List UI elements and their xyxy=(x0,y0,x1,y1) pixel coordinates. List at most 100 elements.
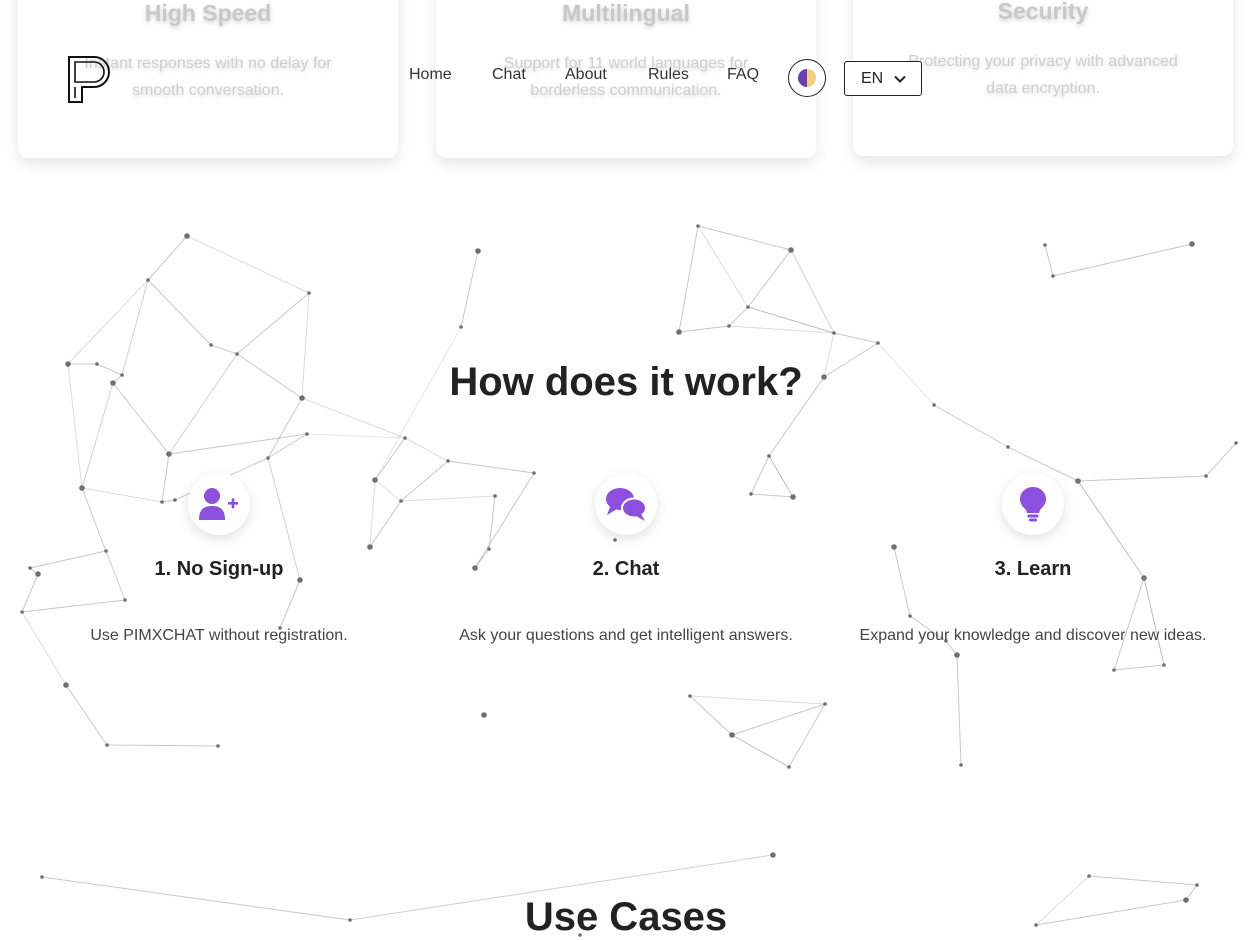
network-node xyxy=(446,459,450,463)
network-edge xyxy=(1044,244,1054,277)
step-title: 1. No Sign-up xyxy=(154,558,284,580)
network-edge xyxy=(65,684,108,746)
network-node xyxy=(481,712,487,718)
network-node xyxy=(832,331,836,335)
network-edge xyxy=(267,433,308,459)
network-edge xyxy=(1088,875,1198,886)
network-edge xyxy=(267,397,303,459)
network-edge xyxy=(168,433,308,455)
network-edge xyxy=(697,225,749,308)
step-title: 3. Learn xyxy=(994,558,1072,580)
network-node xyxy=(787,765,791,769)
nav-home-link[interactable]: Home xyxy=(409,66,452,84)
network-edge xyxy=(147,279,212,346)
network-node xyxy=(676,329,682,335)
language-select[interactable]: EN xyxy=(844,61,922,96)
network-node xyxy=(727,324,731,328)
network-node xyxy=(1189,241,1195,247)
use-cases-title: Use Cases xyxy=(524,895,728,939)
network-node xyxy=(209,343,213,347)
network-node xyxy=(403,436,407,440)
network-edge xyxy=(447,460,535,474)
user-plus-icon xyxy=(199,488,238,520)
network-node xyxy=(40,875,44,879)
network-node xyxy=(1006,445,1010,449)
network-edge xyxy=(106,744,219,747)
network-node xyxy=(746,305,750,309)
network-edge xyxy=(1205,442,1237,477)
network-edge xyxy=(728,306,749,327)
network-node xyxy=(1112,668,1116,672)
network-node xyxy=(1087,874,1091,878)
network-node xyxy=(105,743,109,747)
nav-rules-link[interactable]: Rules xyxy=(648,66,689,84)
step-icon-container xyxy=(1002,473,1064,535)
network-node xyxy=(1051,274,1055,278)
network-edge xyxy=(747,249,792,308)
step-no-signup: 1. No Sign-up Use PIMXCHAT without regis… xyxy=(29,473,409,645)
nav-about-link[interactable]: About xyxy=(565,66,607,84)
chevron-down-icon xyxy=(894,75,906,83)
step-learn: 3. Learn Expand your knowledge and disco… xyxy=(843,473,1223,645)
network-node xyxy=(475,248,481,254)
network-node xyxy=(1195,883,1199,887)
step-icon-container xyxy=(188,473,250,535)
network-edge xyxy=(186,235,310,294)
network-node xyxy=(1234,441,1238,445)
nav-faq-link[interactable]: FAQ xyxy=(727,66,759,84)
network-edge xyxy=(790,249,835,334)
network-node xyxy=(696,224,700,228)
network-node xyxy=(823,702,827,706)
network-edge xyxy=(1113,664,1165,671)
network-node xyxy=(20,610,24,614)
step-description: Ask your questions and get intelligent a… xyxy=(459,627,793,644)
network-edge xyxy=(460,250,479,328)
network-node xyxy=(459,325,463,329)
step-description: Expand your knowledge and discover new i… xyxy=(859,627,1207,644)
network-node xyxy=(1043,243,1047,247)
network-edge xyxy=(833,332,879,344)
network-edge xyxy=(728,325,835,334)
half-moon-icon xyxy=(798,69,816,87)
network-node xyxy=(266,456,270,460)
network-node xyxy=(146,278,150,282)
network-node xyxy=(770,852,776,858)
network-edge xyxy=(404,437,449,462)
network-edge xyxy=(689,695,826,705)
network-edge xyxy=(697,225,792,251)
network-node xyxy=(235,352,239,356)
network-edge xyxy=(731,734,790,768)
how-section-title: How does it work? xyxy=(449,360,803,404)
network-node xyxy=(959,763,963,767)
network-node xyxy=(767,454,771,458)
chat-bubbles-icon xyxy=(606,488,647,521)
network-edge xyxy=(689,695,733,736)
network-node xyxy=(63,682,69,688)
network-node xyxy=(954,652,960,658)
network-node xyxy=(729,732,735,738)
nav-chat-link[interactable]: Chat xyxy=(492,66,526,84)
lightbulb-icon xyxy=(1020,487,1046,522)
network-edge xyxy=(956,654,962,766)
step-title: 2. Chat xyxy=(592,558,660,580)
network-edge xyxy=(147,235,188,281)
step-description: Use PIMXCHAT without registration. xyxy=(90,627,348,644)
network-edge xyxy=(933,404,1009,448)
network-edge xyxy=(731,703,826,736)
network-node xyxy=(305,432,309,436)
network-node xyxy=(166,451,172,457)
network-node xyxy=(1162,663,1166,667)
network-edge xyxy=(747,306,835,334)
network-node xyxy=(876,341,880,345)
step-icon-container xyxy=(595,473,657,535)
network-edge xyxy=(306,433,406,439)
network-node xyxy=(184,233,190,239)
pimx-logo[interactable] xyxy=(64,52,114,106)
network-edge xyxy=(1052,243,1193,277)
theme-toggle-button[interactable] xyxy=(788,59,826,97)
network-node xyxy=(788,247,794,253)
network-edge xyxy=(210,344,238,355)
network-edge xyxy=(236,292,310,355)
network-edge xyxy=(678,325,730,333)
network-node xyxy=(216,744,220,748)
